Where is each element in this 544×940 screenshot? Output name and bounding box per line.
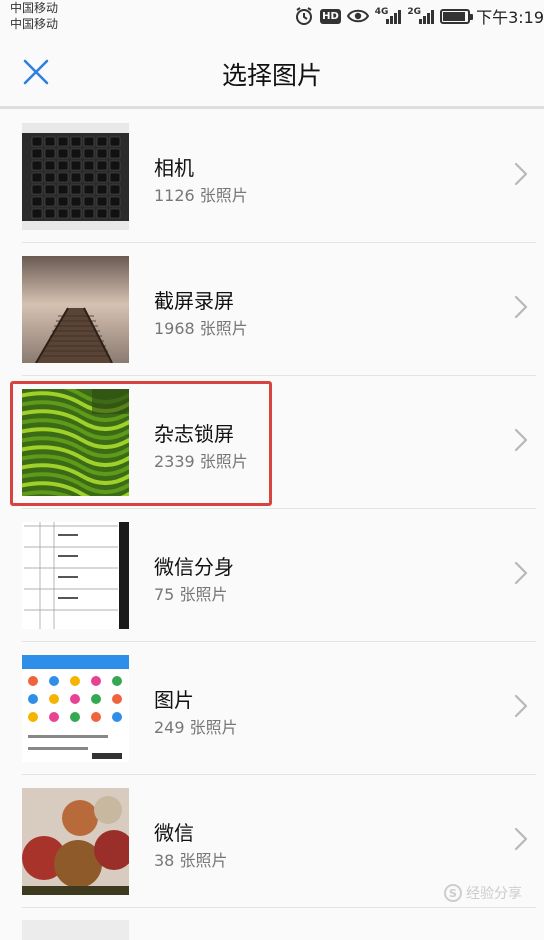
hd-label: HD bbox=[320, 8, 341, 24]
album-thumbnail bbox=[22, 655, 129, 762]
album-list: 相机 1126 张照片截屏录屏 1968 张照片杂志锁屏 2339 张照片微信分身 75… bbox=[0, 110, 544, 908]
row-divider bbox=[22, 907, 536, 908]
signal-icon: 2G bbox=[407, 5, 435, 27]
album-count: 38 张照片 bbox=[154, 851, 228, 870]
carrier-label-2: 中国移动 bbox=[10, 17, 59, 31]
status-icons: HD 4G 2G 下午3:19 bbox=[294, 4, 544, 28]
album-thumbnail bbox=[22, 389, 129, 496]
album-thumbnail bbox=[22, 788, 129, 895]
watermark: S 经验分享 bbox=[444, 883, 522, 903]
carrier-label-1: 中国移动 bbox=[10, 1, 59, 15]
album-name: 相机 bbox=[154, 156, 194, 180]
album-thumbnail bbox=[22, 123, 129, 230]
chevron-right-icon bbox=[514, 295, 528, 319]
watermark-text: 经验分享 bbox=[466, 886, 522, 902]
album-name: 截屏录屏 bbox=[154, 289, 234, 313]
watermark-logo-icon: S bbox=[444, 884, 462, 902]
page-title: 选择图片 bbox=[221, 61, 322, 90]
alarm-clock-icon bbox=[294, 5, 314, 27]
chevron-right-icon bbox=[514, 428, 528, 452]
chevron-right-icon bbox=[514, 561, 528, 585]
eye-comfort-icon bbox=[346, 5, 369, 27]
chevron-right-icon bbox=[514, 827, 528, 851]
album-thumbnail bbox=[22, 522, 129, 629]
album-row[interactable]: 杂志锁屏 2339 张照片 bbox=[0, 376, 544, 509]
album-name: 图片 bbox=[154, 688, 194, 712]
album-thumbnail-partial bbox=[22, 920, 129, 940]
album-row[interactable]: 截屏录屏 1968 张照片 bbox=[0, 243, 544, 376]
album-count: 1126 张照片 bbox=[154, 186, 248, 205]
album-row[interactable]: 图片 249 张照片 bbox=[0, 642, 544, 775]
chevron-right-icon bbox=[514, 694, 528, 718]
title-divider bbox=[0, 106, 544, 109]
album-row[interactable]: 相机 1126 张照片 bbox=[0, 110, 544, 243]
battery-icon bbox=[440, 5, 474, 27]
title-bar: 选择图片 bbox=[0, 36, 544, 108]
album-count: 1968 张照片 bbox=[154, 319, 248, 338]
album-row[interactable]: 微信分身 75 张照片 bbox=[0, 509, 544, 642]
album-name: 微信分身 bbox=[154, 555, 234, 579]
album-count: 2339 张照片 bbox=[154, 452, 248, 471]
hd-icon: HD bbox=[320, 5, 341, 27]
album-count: 249 张照片 bbox=[154, 718, 238, 737]
album-thumbnail bbox=[22, 256, 129, 363]
chevron-right-icon bbox=[514, 162, 528, 186]
battery-fill bbox=[443, 11, 465, 21]
status-bar: 中国移动 中国移动 HD 4G 2G 下午3:19 bbox=[0, 0, 544, 36]
album-name: 杂志锁屏 bbox=[154, 422, 234, 446]
signal-icon: 4G bbox=[375, 5, 402, 27]
clock: 下午3:19 bbox=[476, 8, 544, 27]
album-name: 微信 bbox=[154, 821, 194, 845]
album-count: 75 张照片 bbox=[154, 585, 228, 604]
